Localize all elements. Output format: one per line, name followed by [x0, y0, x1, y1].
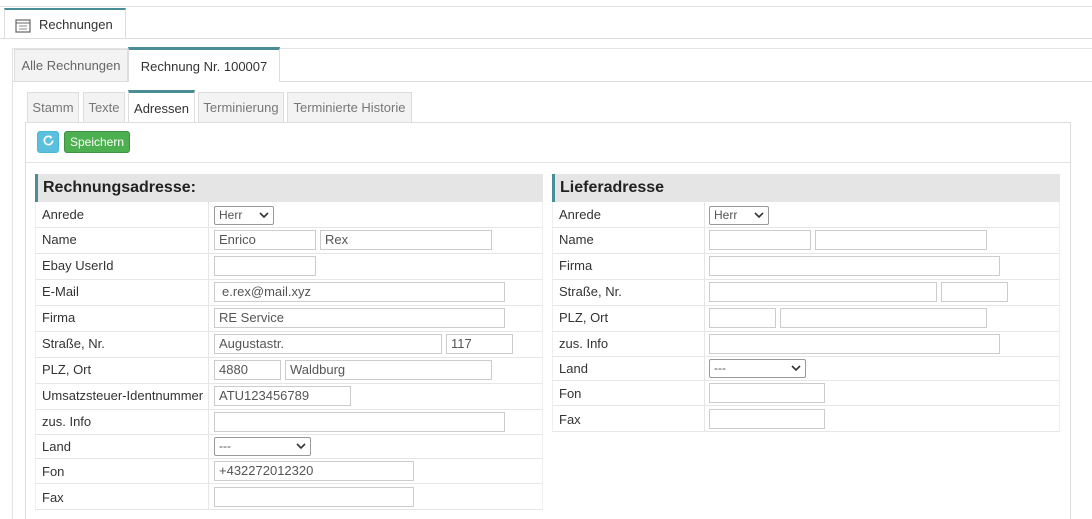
delivery-city-input[interactable]: [780, 308, 987, 328]
delivery-fon-input[interactable]: [709, 383, 825, 403]
billing-label-land: Land: [42, 439, 71, 454]
subtab-stamm[interactable]: Stamm: [27, 92, 79, 123]
billing-label-fon: Fon: [42, 464, 65, 479]
delivery-label-anrede: Anrede: [559, 207, 601, 222]
subtab-texte[interactable]: Texte: [83, 92, 125, 123]
chevron-down-icon: [296, 440, 306, 456]
billing-label-fax: Fax: [42, 490, 64, 505]
save-button[interactable]: Speichern: [64, 131, 130, 153]
billing-firstname-input[interactable]: Enrico: [214, 230, 316, 250]
delivery-anrede-select[interactable]: Herr: [709, 206, 769, 225]
save-button-label: Speichern: [69, 135, 125, 149]
main-tab-divider: [0, 38, 1092, 39]
delivery-label-fon: Fon: [559, 386, 582, 401]
delivery-zip-input[interactable]: [709, 308, 776, 328]
delivery-land-value: ---: [714, 361, 726, 375]
delivery-firma-input[interactable]: [709, 256, 1000, 276]
billing-land-value: ---: [219, 439, 231, 453]
billing-label-firma: Firma: [42, 310, 76, 325]
delivery-label-fax: Fax: [559, 412, 581, 427]
subtab-terminierte-historie[interactable]: Terminierte Historie: [287, 92, 412, 123]
subtab-divider: [25, 122, 1071, 123]
toolbar-divider: [26, 162, 1070, 163]
billing-label-ust: Umsatzsteuer-Identnummer: [42, 388, 204, 403]
subtab-label: Terminierte Historie: [293, 100, 406, 115]
billing-label-email: E-Mail: [42, 284, 79, 299]
delivery-firstname-input[interactable]: [709, 230, 811, 250]
billing-street-input[interactable]: Augustastr.: [214, 334, 442, 354]
delivery-label-land: Land: [559, 361, 588, 376]
delivery-address-header: Lieferadresse: [552, 174, 1060, 202]
refresh-button[interactable]: [37, 131, 59, 153]
billing-address-title: Rechnungsadresse:: [43, 179, 196, 196]
billing-column-divider: [208, 202, 209, 510]
billing-firma-input[interactable]: RE Service: [214, 308, 505, 328]
delivery-label-name: Name: [559, 232, 594, 247]
billing-number-input[interactable]: 117: [446, 334, 513, 354]
delivery-lastname-input[interactable]: [815, 230, 987, 250]
billing-city-input[interactable]: Waldburg: [285, 360, 492, 380]
billing-label-plz: PLZ, Ort: [42, 362, 92, 377]
billing-label-anrede: Anrede: [42, 207, 84, 222]
main-tab-rechnungen[interactable]: Rechnungen: [4, 8, 126, 39]
billing-zip-input[interactable]: 4880: [214, 360, 281, 380]
tab-label: Rechnung Nr. 100007: [140, 58, 268, 74]
delivery-land-select[interactable]: ---: [709, 359, 806, 378]
delivery-fax-input[interactable]: [709, 409, 825, 429]
tab-alle-rechnungen[interactable]: Alle Rechnungen: [14, 49, 128, 82]
top-border: [0, 6, 1092, 7]
tab-label: Alle Rechnungen: [21, 58, 121, 73]
delivery-info-input[interactable]: [709, 334, 1000, 354]
invoice-list-icon: [15, 18, 31, 37]
delivery-column-divider: [704, 202, 705, 432]
billing-anrede-select[interactable]: Herr: [214, 206, 274, 225]
subtab-label: Stamm: [32, 100, 74, 115]
billing-fax-input[interactable]: [214, 487, 414, 507]
subtab-terminierung[interactable]: Terminierung: [198, 92, 284, 123]
delivery-anrede-value: Herr: [714, 208, 738, 222]
tab-rechnung-100007[interactable]: Rechnung Nr. 100007: [128, 47, 280, 82]
delivery-number-input[interactable]: [941, 282, 1008, 302]
delivery-street-input[interactable]: [709, 282, 937, 302]
billing-label-info: zus. Info: [42, 414, 92, 429]
delivery-address-title: Lieferadresse: [560, 179, 665, 196]
delivery-label-strasse: Straße, Nr.: [559, 284, 622, 299]
billing-anrede-value: Herr: [219, 208, 243, 222]
delivery-row-anrede: [552, 202, 1060, 228]
subtab-label: Texte: [88, 100, 120, 115]
subtab-label: Terminierung: [203, 100, 279, 115]
subtab-adressen[interactable]: Adressen: [128, 90, 195, 123]
main-tab-label: Rechnungen: [39, 17, 113, 32]
delivery-row-land: [552, 357, 1060, 381]
billing-land-select[interactable]: ---: [214, 437, 311, 456]
billing-info-input[interactable]: [214, 412, 505, 432]
subtab-label: Adressen: [134, 100, 189, 116]
billing-email-input[interactable]: e.rex@mail.xyz: [214, 282, 505, 302]
chevron-down-icon: [754, 209, 764, 225]
delivery-label-firma: Firma: [559, 258, 593, 273]
billing-row-anrede: [35, 202, 543, 228]
billing-ebay-input[interactable]: [214, 256, 316, 276]
billing-label-strasse: Straße, Nr.: [42, 336, 105, 351]
chevron-down-icon: [791, 362, 801, 378]
refresh-icon: [42, 134, 55, 150]
billing-ust-input[interactable]: ATU123456789: [214, 386, 351, 406]
billing-address-header: Rechnungsadresse:: [35, 174, 543, 202]
delivery-label-info: zus. Info: [559, 336, 609, 351]
billing-fon-input[interactable]: +432272012320: [214, 461, 414, 481]
chevron-down-icon: [259, 209, 269, 225]
billing-label-name: Name: [42, 232, 77, 247]
billing-label-ebay: Ebay UserId: [42, 258, 114, 273]
delivery-label-plz: PLZ, Ort: [559, 310, 609, 325]
billing-lastname-input[interactable]: Rex: [320, 230, 492, 250]
